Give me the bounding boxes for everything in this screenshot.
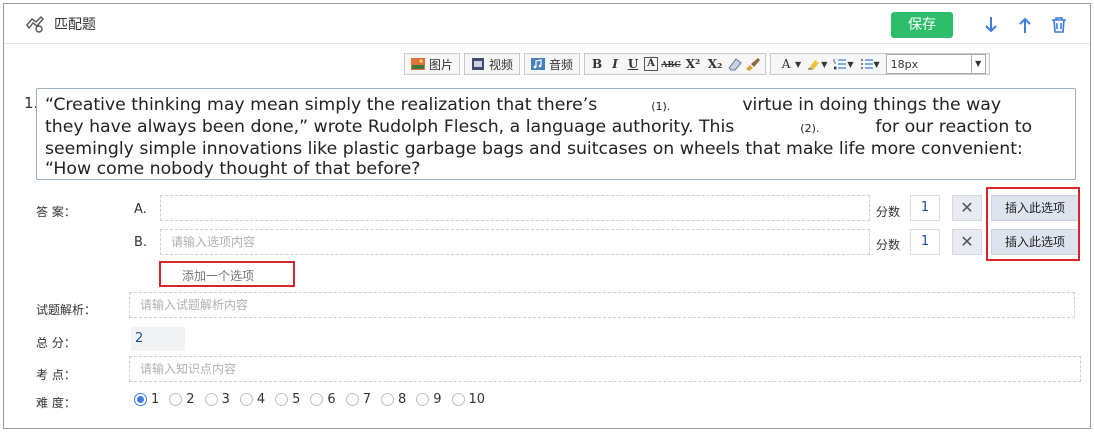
knowledge-point-input[interactable]: 请输入知识点内容	[129, 356, 1081, 382]
italic-button[interactable]: I	[606, 57, 624, 71]
option-a-input[interactable]	[160, 195, 870, 221]
radio-icon	[380, 393, 394, 406]
answer-label: 答 案：	[36, 205, 76, 219]
difficulty-option-5[interactable]: 5	[275, 392, 304, 407]
audio-icon	[531, 58, 546, 70]
difficulty-option-10[interactable]: 10	[451, 392, 490, 407]
font-color-button[interactable]: A ▼	[774, 54, 804, 74]
radio-icon	[239, 393, 253, 406]
ordered-list-button[interactable]: ▼	[830, 54, 856, 74]
radio-icon	[169, 393, 183, 406]
difficulty-option-1[interactable]: 1	[134, 392, 163, 407]
radio-icon	[275, 393, 289, 406]
close-icon: ✕	[960, 232, 974, 251]
option-a-delete-button[interactable]: ✕	[952, 195, 982, 221]
difficulty-label: 难 度：	[36, 396, 76, 410]
toolbar-image-group: 图片	[404, 53, 461, 75]
strikethrough-button[interactable]: ABC	[660, 59, 682, 69]
difficulty-option-7[interactable]: 7	[345, 392, 375, 407]
question-text-editor[interactable]: “Creative thinking may mean simply the r…	[36, 88, 1076, 180]
option-b-score-input[interactable]: 1	[910, 229, 940, 255]
insert-video-button[interactable]: 视频	[468, 54, 516, 74]
question-line-3: seemingly simple innovations like plasti…	[45, 139, 1023, 159]
question-line-1: “Creative thinking may mean simply the r…	[45, 95, 1002, 115]
difficulty-option-2[interactable]: 2	[169, 392, 198, 407]
difficulty-option-4[interactable]: 4	[239, 392, 269, 407]
radio-icon	[204, 393, 218, 406]
option-a-score-label: 分数	[876, 205, 901, 219]
question-editor-panel: 匹配题 保存 图片 视频 音频 B I U A ABC X² X₂ A ▼ ▼ …	[3, 3, 1091, 429]
save-button[interactable]: 保存	[891, 12, 953, 38]
add-option-button[interactable]: 添加一个选项	[182, 267, 254, 284]
toolbar-audio-group: 音频	[524, 53, 581, 75]
insert-audio-button[interactable]: 音频	[528, 54, 576, 74]
superscript-button[interactable]: X²	[682, 57, 704, 71]
text-border-button[interactable]: A	[644, 57, 659, 71]
highlighter-icon	[808, 60, 820, 70]
option-letter-a: A.	[134, 202, 147, 217]
insert-image-button[interactable]: 图片	[408, 54, 456, 74]
question-line-2: they have always been done,” wrote Rudol…	[45, 117, 1033, 137]
radio-icon	[451, 393, 465, 406]
delete-icon[interactable]	[1048, 14, 1070, 36]
toolbar-style-group: A ▼ ▼ ▼ ▼ 18px ▼	[770, 53, 990, 75]
video-icon	[472, 58, 485, 70]
difficulty-option-8[interactable]: 8	[380, 392, 410, 407]
difficulty-option-9[interactable]: 9	[416, 392, 445, 407]
option-b-delete-button[interactable]: ✕	[952, 229, 982, 255]
option-b-input[interactable]: 请输入选项内容	[160, 229, 870, 255]
underline-button[interactable]: U	[624, 57, 642, 71]
rich-text-toolbar: 图片 视频 音频 B I U A ABC X² X₂ A ▼ ▼ ▼ ▼ 18p…	[404, 53, 994, 75]
analysis-input[interactable]: 请输入试题解析内容	[129, 292, 1075, 318]
difficulty-radio-group: 1 2 3 4 5 6 7 8 9 10	[134, 392, 495, 407]
radio-icon	[345, 393, 359, 406]
analysis-label: 试题解析：	[36, 303, 97, 317]
difficulty-option-3[interactable]: 3	[204, 392, 234, 407]
question-header: 匹配题 保存	[4, 4, 1090, 44]
radio-icon	[310, 393, 324, 406]
matching-hand-icon	[26, 16, 44, 33]
bold-button[interactable]: B	[588, 57, 606, 71]
move-up-icon[interactable]	[1014, 14, 1036, 36]
unordered-list-button[interactable]: ▼	[857, 54, 883, 74]
toolbar-format-group: B I U A ABC X² X₂	[584, 53, 767, 75]
unordered-list-icon	[860, 59, 873, 69]
option-letter-b: B.	[134, 235, 148, 250]
format-painter-icon[interactable]	[744, 57, 762, 71]
subscript-button[interactable]: X₂	[704, 57, 726, 71]
option-a-score-input[interactable]: 1	[910, 195, 940, 221]
ordered-list-icon	[833, 59, 847, 70]
close-icon: ✕	[960, 198, 974, 217]
highlight-color-button[interactable]: ▼	[804, 54, 830, 74]
image-icon	[411, 58, 425, 70]
knowledge-point-label: 考 点：	[36, 368, 76, 382]
blank-1: (1).	[651, 100, 671, 113]
question-type-title: 匹配题	[54, 17, 96, 33]
blank-2: (2).	[800, 122, 820, 135]
radio-icon	[416, 393, 430, 406]
toolbar-video-group: 视频	[464, 53, 521, 75]
radio-selected-icon	[134, 393, 147, 406]
insert-buttons-highlight	[986, 187, 1080, 261]
question-line-4: “How come nobody thought of that before?	[45, 159, 421, 179]
option-b-score-label: 分数	[876, 238, 901, 252]
total-score-label: 总 分：	[36, 336, 76, 350]
difficulty-option-6[interactable]: 6	[310, 392, 339, 407]
total-score-value: 2	[131, 327, 185, 351]
font-size-select[interactable]: 18px ▼	[885, 54, 986, 74]
eraser-icon[interactable]	[726, 57, 744, 71]
move-down-icon[interactable]	[980, 14, 1002, 36]
chevron-down-icon: ▼	[970, 55, 985, 73]
